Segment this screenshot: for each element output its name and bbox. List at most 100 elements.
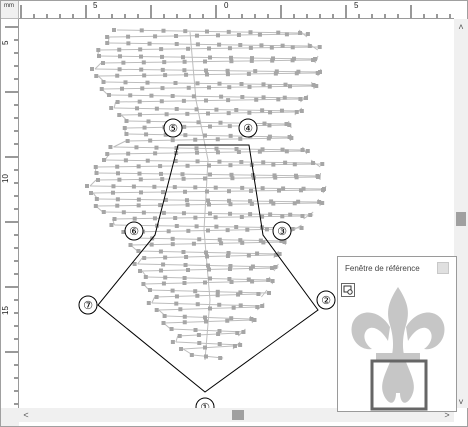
stitch-point — [225, 318, 230, 323]
horizontal-scroll-thumb[interactable] — [232, 410, 244, 420]
vruler-label-10: 10 — [1, 174, 10, 183]
stitch-point — [205, 72, 209, 77]
stitch-point — [205, 254, 209, 259]
stitch-point — [261, 160, 266, 165]
stitch-point — [276, 97, 281, 102]
stitch-point — [292, 162, 297, 167]
stitch-point — [195, 302, 200, 307]
stitch-point — [185, 163, 190, 168]
stitch-connector — [319, 172, 321, 181]
stitch-point — [181, 176, 186, 181]
vertical-ruler-ticks — [5, 26, 18, 405]
stitch-point — [204, 319, 208, 324]
stitch-point — [89, 191, 93, 195]
stitch-point — [128, 93, 133, 98]
stitch-point — [228, 163, 233, 168]
stitch-point — [182, 314, 187, 319]
stitch-point — [256, 292, 261, 296]
stitch-point — [218, 120, 223, 125]
stitch-point — [117, 113, 122, 117]
stitch-point — [117, 177, 122, 182]
stitch-line — [177, 332, 239, 337]
scroll-up-icon[interactable]: ˄ — [454, 19, 468, 35]
stitch-connector — [175, 335, 179, 343]
stitch-point — [208, 55, 212, 60]
stitch-point — [173, 216, 178, 220]
stitch-point — [196, 333, 201, 337]
stitch-point — [135, 106, 140, 111]
stitch-point — [94, 197, 99, 201]
stitch-connector — [113, 140, 126, 148]
stitch-point — [132, 216, 137, 221]
stitch-point — [227, 267, 232, 271]
stitch-point — [266, 278, 271, 282]
stitch-point — [160, 67, 165, 72]
fleur-de-lis-icon — [351, 287, 445, 403]
stitch-point — [205, 189, 209, 194]
stitch-point — [160, 177, 165, 182]
stitch-point — [240, 240, 245, 245]
stitch-point — [118, 54, 122, 59]
stitch-point — [170, 138, 175, 143]
stitch-point — [311, 58, 315, 62]
vruler-label-15: 15 — [1, 306, 10, 315]
stitch-point — [124, 119, 129, 123]
stitch-point — [193, 215, 198, 220]
stitch-line — [125, 133, 291, 138]
reference-window[interactable]: Fenêtre de référence — [337, 256, 457, 412]
stitch-point — [280, 214, 285, 219]
callout-4: ④ — [238, 118, 258, 138]
stitch-point — [180, 172, 185, 177]
stitch-point — [149, 93, 154, 98]
stitch-point — [269, 266, 274, 270]
stitch-point — [182, 68, 187, 73]
stitch-point — [93, 204, 98, 208]
stitch-point — [299, 188, 303, 193]
stitch-point — [299, 226, 304, 230]
scroll-left-icon[interactable]: < — [19, 408, 33, 422]
stitch-point — [136, 164, 141, 169]
stitch-point — [305, 32, 310, 36]
vertical-scroll-thumb[interactable] — [456, 212, 466, 226]
stitch-point — [206, 111, 210, 116]
stitch-point — [254, 97, 259, 102]
stitch-point — [154, 308, 159, 312]
stitch-point — [270, 279, 275, 283]
stitch-point — [195, 42, 200, 47]
stitch-connector — [94, 62, 102, 70]
stitch-line — [113, 146, 303, 151]
stitch-point — [204, 68, 208, 73]
stitch-point — [105, 41, 110, 45]
stitch-point — [193, 289, 198, 294]
stitch-point — [148, 138, 153, 143]
stitch-line — [183, 345, 233, 350]
stitch-point — [235, 331, 240, 335]
reference-preview — [351, 287, 445, 411]
callout-7-label: ⑦ — [83, 299, 93, 312]
stitch-point — [115, 197, 120, 202]
stitch-point — [94, 171, 99, 175]
stitch-point — [298, 31, 302, 35]
stitch-point — [279, 108, 284, 113]
stitch-point — [215, 137, 220, 142]
stitch-point — [315, 71, 320, 75]
stitch-point — [102, 158, 106, 162]
stitch-point — [218, 356, 223, 360]
stitch-point — [186, 46, 191, 51]
stitch-point — [207, 85, 211, 90]
stitch-point — [170, 236, 175, 241]
stitch-point — [227, 46, 232, 51]
hruler-label-left: 5 — [93, 1, 98, 10]
stitch-point — [174, 107, 179, 111]
stitch-point — [191, 241, 196, 246]
stitch-point — [253, 69, 258, 74]
stitch-point — [206, 263, 210, 268]
stitch-point — [271, 162, 276, 167]
stitch-point — [217, 159, 222, 164]
stitch-point — [271, 201, 276, 206]
stitch-line — [151, 302, 265, 307]
stitch-point — [126, 41, 131, 46]
stitch-point — [159, 268, 164, 273]
stitch-point — [238, 136, 243, 141]
callout-3: ③ — [272, 221, 292, 241]
